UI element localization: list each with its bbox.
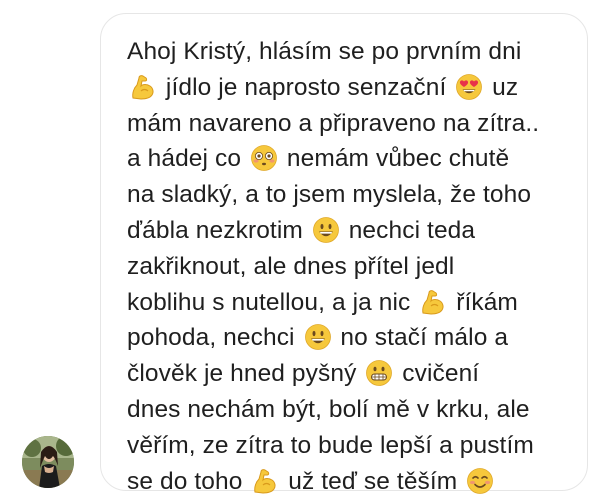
message-text-segment: dnes nechám být, bolí mě v krku, ale <box>127 395 530 423</box>
message-line: ďábla nezkrotim nechci teda <box>127 213 565 249</box>
message-text-segment: nechci teda <box>341 216 476 244</box>
message-line: jídlo je naprosto senzační uz <box>127 70 565 106</box>
message-line: koblihu s nutellou, a ja nic říkám <box>127 285 565 321</box>
muscle-icon <box>251 467 279 495</box>
message-text-segment: ďábla nezkrotim <box>127 216 310 244</box>
muscle-icon <box>129 73 157 101</box>
message-text-segment: říkám <box>449 288 518 316</box>
message-line: pohoda, nechci no stačí málo a <box>127 320 565 356</box>
message-text-segment: věřím, ze zítra to bude lepší a pustím <box>127 431 534 459</box>
grinning-emoji <box>304 323 332 351</box>
message-line: zakřiknout, ale dnes přítel jedl <box>127 249 565 285</box>
smiling-blush-emoji <box>466 467 494 495</box>
message-line: a hádej co nemám vůbec chutě <box>127 141 565 177</box>
message-bubble[interactable]: Ahoj Kristý, hlásím se po prvním dni jíd… <box>100 13 588 495</box>
message-text-segment: a hádej co <box>127 145 248 173</box>
heart-eyes-emoji <box>455 73 483 101</box>
message-text-segment: mám navareno a připraveno na zítra.. <box>127 109 540 137</box>
message-line: dnes nechám být, bolí mě v krku, ale <box>127 392 565 428</box>
grimacing-emoji <box>365 359 393 387</box>
message-text-segment: se do toho <box>127 467 250 495</box>
message-text-segment: koblihu s nutellou, a ja nic <box>127 288 418 316</box>
sender-avatar[interactable] <box>22 436 74 488</box>
grinning-emoji <box>312 216 340 244</box>
message-line: se do toho už teď se těším <box>127 464 565 500</box>
message-text-segment: už teď se těším <box>281 467 465 495</box>
message-text-segment: pohoda, nechci <box>127 324 302 352</box>
muscle-icon <box>419 288 447 316</box>
message-line: věřím, ze zítra to bude lepší a pustím <box>127 428 565 464</box>
message-line: Ahoj Kristý, hlásím se po prvním dni <box>127 34 565 70</box>
message-line: mám navareno a připraveno na zítra.. <box>127 106 565 142</box>
message-text-segment: člověk je hned pyšný <box>127 360 364 388</box>
message-text-segment: Ahoj Kristý, hlásím se po prvním dni <box>127 38 522 65</box>
message-text-segment: nemám vůbec chutě <box>279 145 510 173</box>
message-text-segment: no stačí málo a <box>333 324 509 352</box>
message-text-segment: uz <box>485 73 519 101</box>
chat-message-row: Ahoj Kristý, hlásím se po prvním dni jíd… <box>0 0 598 500</box>
message-text-segment: na sladký, a to jsem myslela, že toho <box>127 181 532 209</box>
flushed-emoji <box>250 144 278 172</box>
message-text-segment: cvičení <box>395 360 480 388</box>
message-text-segment: jídlo je naprosto senzační <box>159 73 454 101</box>
message-text-segment: zakřiknout, ale dnes přítel jedl <box>127 252 455 280</box>
message-text: Ahoj Kristý, hlásím se po prvním dni jíd… <box>127 34 565 499</box>
avatar-photo <box>22 436 74 488</box>
message-line: člověk je hned pyšný cvičení <box>127 356 565 392</box>
message-line: na sladký, a to jsem myslela, že toho <box>127 177 565 213</box>
